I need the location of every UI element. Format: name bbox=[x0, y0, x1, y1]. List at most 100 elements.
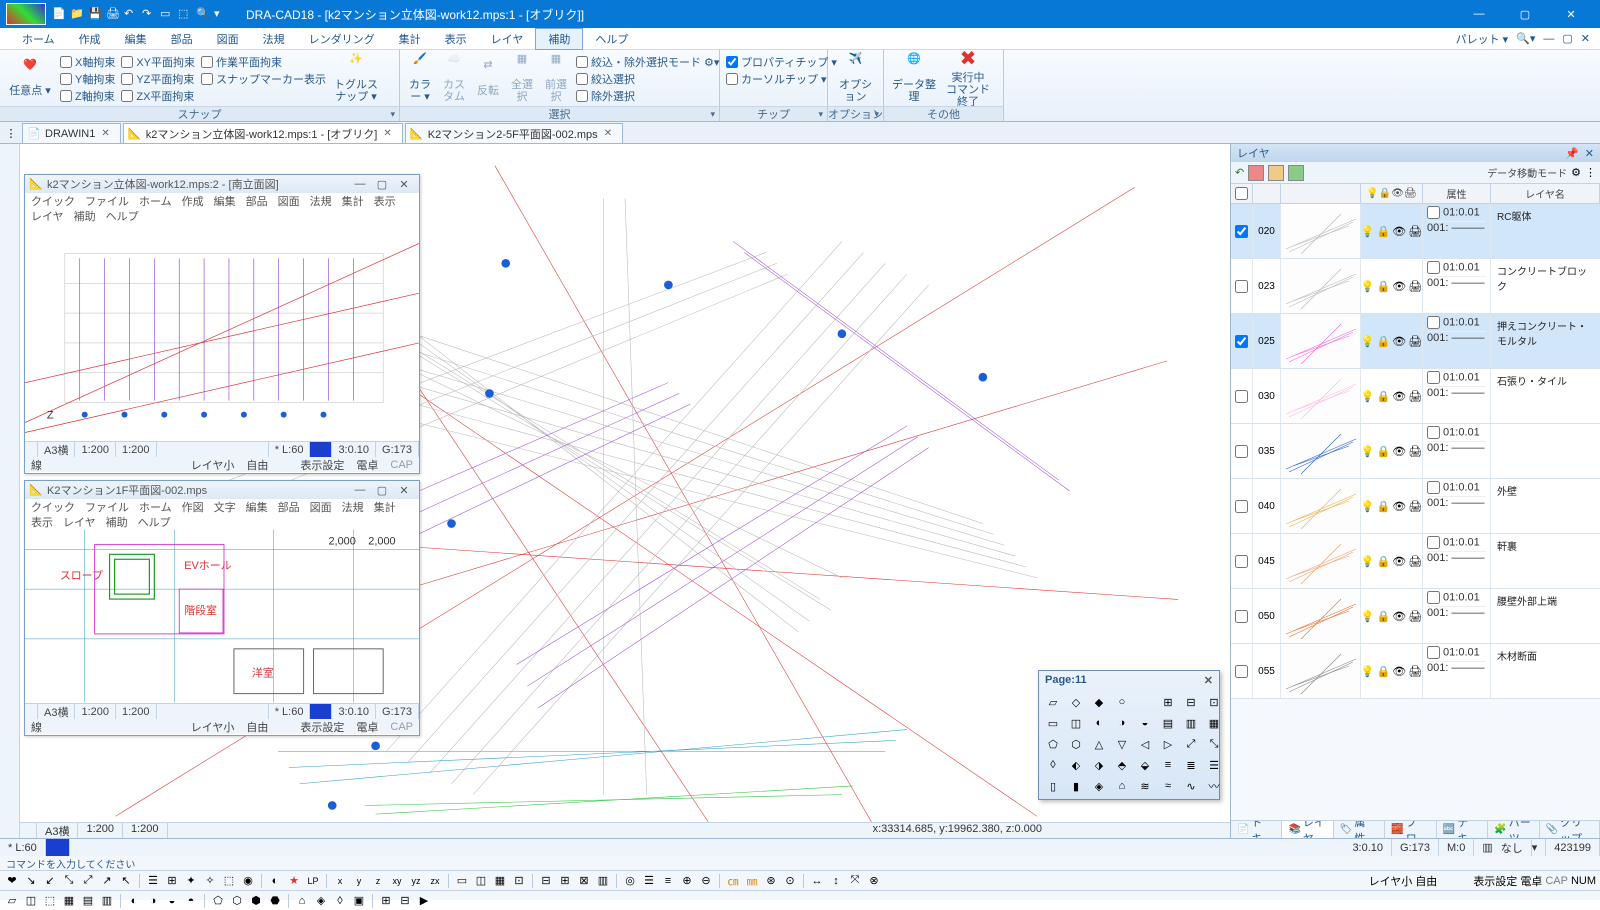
menu-layer[interactable]: レイヤ bbox=[479, 29, 536, 49]
subwin-menu2[interactable]: 表示レイヤ補助ヘルプ bbox=[25, 515, 419, 529]
tool-icon[interactable]: ▱ bbox=[4, 893, 20, 909]
gear-icon[interactable]: ⚙ bbox=[1571, 166, 1581, 179]
tool-icon[interactable]: xy bbox=[389, 873, 405, 889]
layer-color-swatch[interactable] bbox=[1268, 165, 1284, 181]
doc-tab[interactable]: 📐k2マンション立体図-work12.mps:1 - [オブリク]✕ bbox=[123, 123, 403, 143]
tool-icon[interactable]: ↔ bbox=[809, 873, 825, 889]
page-tool-icon[interactable]: ⬖ bbox=[1066, 756, 1086, 774]
tool-icon[interactable]: ⊞ bbox=[164, 873, 180, 889]
tool-icon[interactable]: x bbox=[332, 873, 348, 889]
tool-icon[interactable]: ⤢ bbox=[80, 873, 96, 889]
menu-edit[interactable]: 編集 bbox=[113, 29, 159, 49]
layer-check[interactable] bbox=[1235, 555, 1248, 568]
page-tool-icon[interactable]: ◆ bbox=[1089, 693, 1109, 711]
layer-panel-header[interactable]: レイヤ 📌 ✕ bbox=[1231, 144, 1600, 162]
tool-icon[interactable]: ⌂ bbox=[294, 893, 310, 909]
tool-icon[interactable]: ↕ bbox=[828, 873, 844, 889]
tool-icon[interactable]: ⊡ bbox=[511, 873, 527, 889]
chk-filter-in[interactable]: 絞込選択 bbox=[576, 71, 719, 87]
layer-flags[interactable]: 💡🔒👁🖨 bbox=[1361, 204, 1423, 258]
page-tool-icon[interactable]: ∿ bbox=[1181, 777, 1201, 795]
menu-icon[interactable]: ⋮ bbox=[1585, 166, 1596, 179]
page-tool-icon[interactable]: ⊞ bbox=[1158, 693, 1178, 711]
tab-close-icon[interactable]: ✕ bbox=[101, 128, 109, 139]
page-tool-icon[interactable]: ◫ bbox=[1066, 714, 1086, 732]
btab-clip[interactable]: 📎クリップ bbox=[1540, 821, 1600, 838]
page-tool-icon[interactable]: ○ bbox=[1112, 693, 1132, 711]
page-tool-icon[interactable]: ⤡ bbox=[1204, 735, 1224, 753]
chk-zx-plane[interactable]: ZX平面拘束 bbox=[121, 88, 195, 104]
page-tool-icon[interactable]: ⊟ bbox=[1181, 693, 1201, 711]
page-tool-icon[interactable]: ⬘ bbox=[1112, 756, 1132, 774]
btab-doc[interactable]: 📄ドキ… bbox=[1231, 821, 1282, 838]
layer-row[interactable]: 045💡🔒👁🖨 01:0.01001: ———軒裏 bbox=[1231, 534, 1600, 589]
status-layer[interactable]: * L:60 bbox=[0, 839, 46, 856]
page-tool-icon[interactable]: ▦ bbox=[1204, 714, 1224, 732]
layer-check[interactable] bbox=[1235, 225, 1248, 238]
subwin-close-icon[interactable]: ✕ bbox=[393, 484, 415, 497]
tool-icon[interactable]: ⤡ bbox=[61, 873, 77, 889]
menu-create[interactable]: 作成 bbox=[67, 29, 113, 49]
tool-icon[interactable]: ◑ bbox=[145, 893, 161, 909]
subwin-max-icon[interactable]: ▢ bbox=[371, 484, 393, 497]
subwin-max-icon[interactable]: ▢ bbox=[371, 178, 393, 191]
subwin-menu2[interactable]: レイヤ補助ヘルプ bbox=[25, 209, 419, 223]
tool-icon[interactable]: ▦ bbox=[61, 893, 77, 909]
page-tool-icon[interactable]: ▤ bbox=[1158, 714, 1178, 732]
tool-icon[interactable]: ▶ bbox=[416, 893, 432, 909]
layer-check[interactable] bbox=[1235, 390, 1248, 403]
layer-bottom-tabs[interactable]: 📄ドキ… 📚レイヤ 🏷属性… 🧱ブロ… 🔤テキ… 🧩パーツ 📎クリップ bbox=[1231, 820, 1600, 838]
page-tool-icon[interactable]: ◊ bbox=[1043, 756, 1063, 774]
subwin-canvas[interactable]: スロープ EVホール 階段室 洋室 2,000 2,000 bbox=[25, 529, 419, 703]
tool-icon[interactable]: ⬚ bbox=[42, 893, 58, 909]
layer-check[interactable] bbox=[1235, 280, 1248, 293]
menu-view[interactable]: 表示 bbox=[433, 29, 479, 49]
tool-icon[interactable]: ▥ bbox=[99, 893, 115, 909]
mdi-min-icon[interactable]: — bbox=[1543, 33, 1554, 45]
tool-icon[interactable]: yz bbox=[408, 873, 424, 889]
chk-xy-plane[interactable]: XY平面拘束 bbox=[121, 54, 195, 70]
tool-icon[interactable]: ◓ bbox=[183, 893, 199, 909]
maximize-button[interactable]: ▢ bbox=[1502, 0, 1548, 28]
page-tool-icon[interactable]: △ bbox=[1089, 735, 1109, 753]
layer-toolbar[interactable]: ↶ データ移動モード ⚙ ⋮ bbox=[1231, 162, 1600, 184]
layer-flags[interactable]: 💡🔒👁🖨 bbox=[1361, 314, 1423, 368]
tool-icon[interactable]: ⊗ bbox=[866, 873, 882, 889]
tab-close-icon[interactable]: ✕ bbox=[604, 128, 612, 139]
page-tool-icon[interactable]: ⊡ bbox=[1204, 693, 1224, 711]
tool-icon[interactable]: ✧ bbox=[202, 873, 218, 889]
layer-check[interactable] bbox=[1235, 610, 1248, 623]
tool-icon[interactable]: ☰ bbox=[641, 873, 657, 889]
status-dropdown[interactable]: ▥ なし ▾ bbox=[1474, 839, 1546, 856]
page-tool-icon[interactable]: ◐ bbox=[1089, 714, 1109, 732]
layer-color-swatch[interactable] bbox=[1248, 165, 1264, 181]
page-tool-icon[interactable]: ▥ bbox=[1181, 714, 1201, 732]
page-tool-icon[interactable]: ◇ bbox=[1066, 693, 1086, 711]
page-tool-icon[interactable]: ⬗ bbox=[1089, 756, 1109, 774]
select-prev-button[interactable]: ▦前選択 bbox=[542, 52, 570, 104]
tool-icon[interactable]: ⬢ bbox=[248, 893, 264, 909]
page-tool-icon[interactable]: 〰 bbox=[1204, 777, 1224, 795]
panel-close-icon[interactable]: ✕ bbox=[1585, 147, 1594, 160]
layer-row[interactable]: 055💡🔒👁🖨 01:0.01001: ———木材断面 bbox=[1231, 644, 1600, 699]
subwindow-plan[interactable]: 📐 K2マンション1F平面図-002.mps — ▢ ✕ クイックファイルホーム… bbox=[24, 480, 420, 736]
tool-icon[interactable]: ⬣ bbox=[267, 893, 283, 909]
page-tool-icon[interactable]: ▮ bbox=[1066, 777, 1086, 795]
tool-icon[interactable]: ㎝ bbox=[725, 873, 741, 889]
chk-cursor-tip[interactable]: カーソルチップ ▾ bbox=[726, 71, 837, 87]
select-custom-button[interactable]: ☁️カスタム bbox=[440, 52, 468, 104]
btab-layer[interactable]: 📚レイヤ bbox=[1282, 821, 1333, 838]
tool-icon[interactable]: ⬠ bbox=[210, 893, 226, 909]
select-all-button[interactable]: ▦全選択 bbox=[508, 52, 536, 104]
chk-z-axis[interactable]: Z軸拘束 bbox=[60, 88, 115, 104]
undo-icon[interactable]: ↶ bbox=[1235, 166, 1244, 179]
chk-y-axis[interactable]: Y軸拘束 bbox=[60, 71, 115, 87]
chk-yz-plane[interactable]: YZ平面拘束 bbox=[121, 71, 195, 87]
layer-flags[interactable]: 💡🔒👁🖨 bbox=[1361, 479, 1423, 533]
page-tool-icon[interactable]: ⌂ bbox=[1112, 777, 1132, 795]
subwin-menu[interactable]: クイックファイルホーム作成編集部品図面法規集計表示 bbox=[25, 193, 419, 209]
tool-icon[interactable]: ↘ bbox=[23, 873, 39, 889]
layer-mode-label[interactable]: データ移動モード bbox=[1487, 165, 1567, 180]
palette-close-icon[interactable]: ✕ bbox=[1204, 674, 1213, 687]
layer-row[interactable]: 050💡🔒👁🖨 01:0.01001: ———腰壁外部上端 bbox=[1231, 589, 1600, 644]
